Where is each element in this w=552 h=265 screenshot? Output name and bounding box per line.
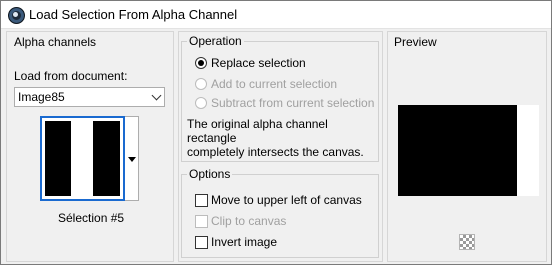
move-upper-left-label[interactable]: Move to upper left of canvas — [211, 193, 362, 207]
checkerboard-icon[interactable] — [459, 234, 475, 250]
title-bar: Load Selection From Alpha Channel — [1, 1, 551, 29]
triangle-down-icon[interactable] — [125, 116, 139, 201]
thumbnail-stripe — [71, 121, 93, 196]
operation-heading: Operation — [187, 34, 244, 48]
app-icon — [8, 7, 25, 24]
alpha-channels-heading: Alpha channels — [14, 35, 97, 49]
clip-to-canvas-label[interactable]: Clip to canvas — [211, 214, 286, 228]
options-heading: Options — [187, 167, 233, 181]
selection-thumbnail[interactable] — [40, 116, 125, 201]
document-select-value: Image85 — [18, 90, 65, 104]
replace-selection-label[interactable]: Replace selection — [211, 56, 306, 70]
invert-image-checkbox[interactable] — [195, 236, 208, 249]
thumbnail-image — [45, 121, 120, 196]
dialog-window: Load Selection From Alpha Channel Alpha … — [0, 0, 552, 265]
clip-to-canvas-checkbox[interactable] — [195, 215, 208, 228]
add-selection-label[interactable]: Add to current selection — [211, 77, 337, 91]
subtract-selection-label[interactable]: Subtract from current selection — [211, 96, 374, 110]
selection-caption: Sélection #5 — [58, 211, 125, 225]
invert-image-label[interactable]: Invert image — [211, 235, 277, 249]
info-line-2: completely intersects the canvas. — [187, 145, 364, 159]
move-upper-left-checkbox[interactable] — [195, 194, 208, 207]
subtract-selection-radio[interactable] — [195, 97, 207, 109]
chevron-down-icon — [151, 90, 162, 101]
add-selection-radio[interactable] — [195, 78, 207, 90]
preview-canvas — [398, 105, 539, 196]
load-from-label: Load from document: — [14, 69, 128, 83]
preview-white-region — [517, 105, 539, 196]
replace-selection-radio[interactable] — [195, 57, 207, 69]
document-select[interactable]: Image85 — [14, 87, 165, 107]
window-title: Load Selection From Alpha Channel — [29, 7, 238, 22]
preview-heading: Preview — [394, 35, 437, 49]
info-line-1: The original alpha channel rectangle — [187, 117, 328, 145]
intersection-info: The original alpha channel rectangle com… — [187, 117, 372, 159]
